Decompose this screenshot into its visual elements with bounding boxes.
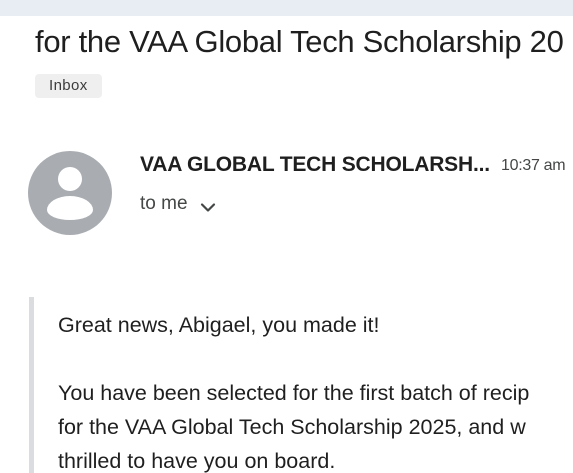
inbox-label-badge[interactable]: Inbox bbox=[35, 74, 102, 98]
recipient-details-toggle[interactable]: to me bbox=[140, 190, 218, 218]
recipient-label: to me bbox=[140, 193, 188, 214]
email-timestamp: 10:37 am bbox=[501, 157, 566, 174]
body-line: You have been selected for the first bat… bbox=[58, 381, 530, 405]
top-toolbar-strip bbox=[0, 0, 573, 16]
chevron-down-icon[interactable] bbox=[198, 198, 218, 218]
body-line: thrilled to have you on board. bbox=[58, 449, 336, 473]
sender-name[interactable]: VAA GLOBAL TECH SCHOLARSH... bbox=[140, 150, 490, 180]
email-subject: for the VAA Global Tech Scholarship 20 bbox=[35, 24, 564, 59]
message-quote-bar bbox=[29, 297, 34, 473]
body-greeting: Great news, Abigael, you made it! bbox=[58, 313, 380, 337]
sender-avatar[interactable] bbox=[28, 151, 112, 235]
body-line: for the VAA Global Tech Scholarship 2025… bbox=[58, 415, 526, 439]
email-body: Great news, Abigael, you made it! You ha… bbox=[58, 308, 573, 473]
person-avatar-icon bbox=[58, 167, 82, 191]
email-view: for the VAA Global Tech Scholarship 20 I… bbox=[0, 0, 573, 473]
avatar-body-shape bbox=[47, 196, 93, 220]
